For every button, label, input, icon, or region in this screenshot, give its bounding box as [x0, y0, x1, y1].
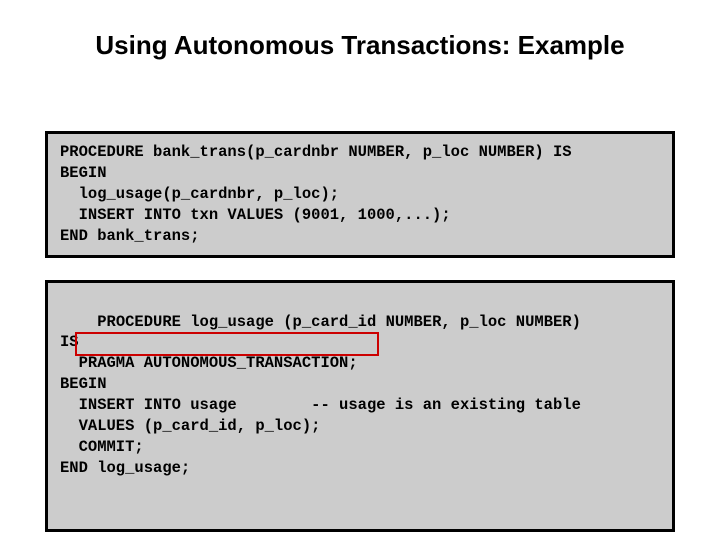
- pragma-highlight-box: [75, 332, 379, 356]
- slide-title: Using Autonomous Transactions: Example: [45, 30, 675, 61]
- code-block-log-usage: PROCEDURE log_usage (p_card_id NUMBER, p…: [45, 280, 675, 532]
- slide: Using Autonomous Transactions: Example P…: [0, 0, 720, 540]
- code-text: PROCEDURE log_usage (p_card_id NUMBER, p…: [60, 313, 581, 477]
- code-block-bank-trans: PROCEDURE bank_trans(p_cardnbr NUMBER, p…: [45, 131, 675, 258]
